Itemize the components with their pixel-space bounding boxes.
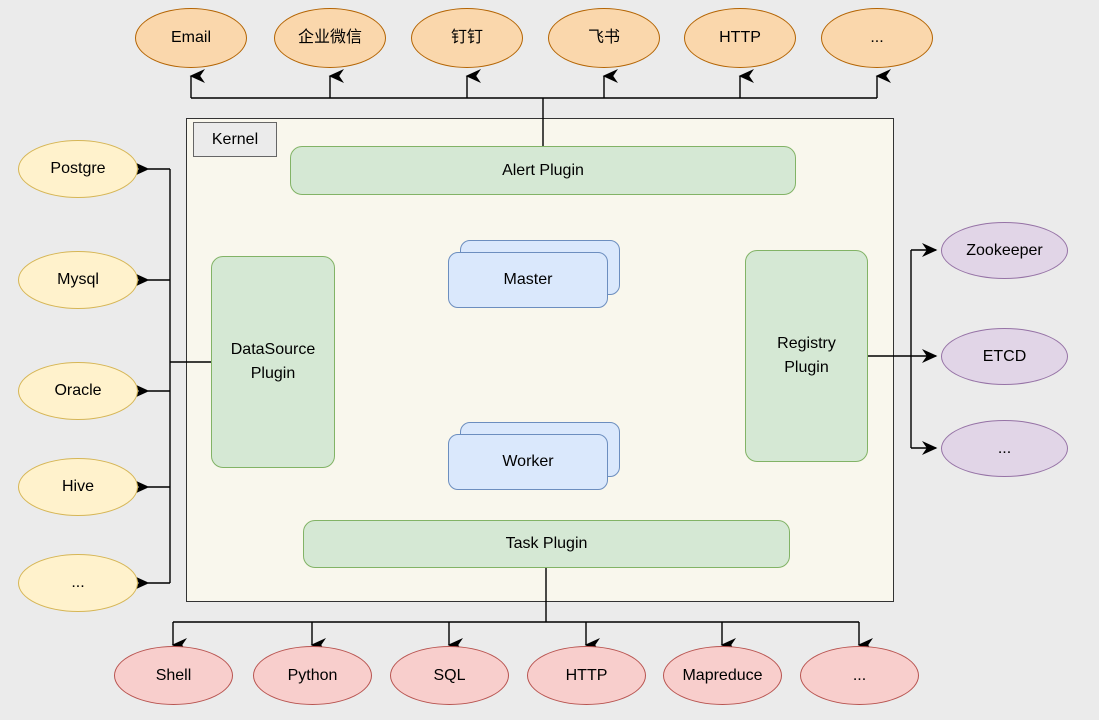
alert-target-label: 钉钉 — [450, 29, 483, 46]
worker-label: Worker — [502, 453, 554, 470]
registry-plugin-label-line2: Plugin — [784, 359, 829, 376]
task-label: SQL — [433, 666, 466, 684]
registry-plugin-label-line1: Registry — [777, 335, 836, 352]
datasource-label: Postgre — [50, 160, 106, 177]
task-label: Mapreduce — [682, 666, 763, 684]
alert-plugin[interactable]: Alert Plugin — [290, 146, 796, 195]
task-label: ... — [852, 666, 867, 684]
alert-target-dingtalk[interactable]: 钉钉 — [411, 8, 523, 68]
kernel-label: Kernel — [193, 122, 277, 157]
alert-target-label: 飞书 — [587, 29, 620, 46]
registry-etcd[interactable]: ETCD — [941, 328, 1068, 385]
task-sql[interactable]: SQL — [390, 646, 509, 705]
registry-zookeeper[interactable]: Zookeeper — [941, 222, 1068, 279]
architecture-diagram: Kernel Email 企业微信 钉钉 飞书 HTTP ... Postgre… — [0, 0, 1099, 720]
registry-label: ETCD — [982, 347, 1027, 365]
task-plugin-label: Task Plugin — [505, 535, 588, 552]
master-card-front[interactable]: Master — [448, 252, 608, 308]
master-label: Master — [503, 271, 553, 288]
datasource-more[interactable]: ... — [18, 554, 138, 612]
alert-target-label: HTTP — [719, 29, 761, 46]
datasource-plugin-label-line2: Plugin — [250, 365, 296, 382]
datasource-label: Mysql — [57, 271, 99, 288]
datasource-plugin-label-line1: DataSource — [230, 341, 316, 358]
task-label: HTTP — [565, 666, 608, 684]
datasource-postgre[interactable]: Postgre — [18, 140, 138, 198]
worker-stack: Worker — [448, 422, 620, 490]
task-shell[interactable]: Shell — [114, 646, 233, 705]
registry-plugin[interactable]: Registry Plugin — [745, 250, 868, 462]
worker-card-front[interactable]: Worker — [448, 434, 608, 490]
kernel-label-text: Kernel — [211, 130, 259, 148]
datasource-label: Oracle — [54, 382, 102, 399]
alert-target-label: ... — [870, 29, 884, 46]
task-http[interactable]: HTTP — [527, 646, 646, 705]
registry-label: Zookeeper — [966, 241, 1043, 259]
alert-target-email[interactable]: Email — [135, 8, 247, 68]
alert-target-label: 企业微信 — [297, 29, 362, 46]
registry-more[interactable]: ... — [941, 420, 1068, 477]
alert-target-feishu[interactable]: 飞书 — [548, 8, 660, 68]
task-plugin[interactable]: Task Plugin — [303, 520, 790, 568]
master-stack: Master — [448, 240, 620, 308]
datasource-mysql[interactable]: Mysql — [18, 251, 138, 309]
alert-target-http[interactable]: HTTP — [684, 8, 796, 68]
task-label: Python — [287, 666, 338, 684]
task-label: Shell — [155, 666, 192, 684]
datasource-hive[interactable]: Hive — [18, 458, 138, 516]
alert-target-wecom[interactable]: 企业微信 — [274, 8, 386, 68]
registry-label: ... — [997, 439, 1012, 457]
datasource-label: Hive — [61, 478, 94, 495]
task-mapreduce[interactable]: Mapreduce — [663, 646, 782, 705]
alert-plugin-label: Alert Plugin — [502, 161, 584, 179]
datasource-label: ... — [71, 574, 85, 591]
alert-target-more[interactable]: ... — [821, 8, 933, 68]
datasource-oracle[interactable]: Oracle — [18, 362, 138, 420]
task-more[interactable]: ... — [800, 646, 919, 705]
alert-target-label: Email — [170, 29, 211, 46]
datasource-plugin[interactable]: DataSource Plugin — [211, 256, 335, 468]
task-python[interactable]: Python — [253, 646, 372, 705]
